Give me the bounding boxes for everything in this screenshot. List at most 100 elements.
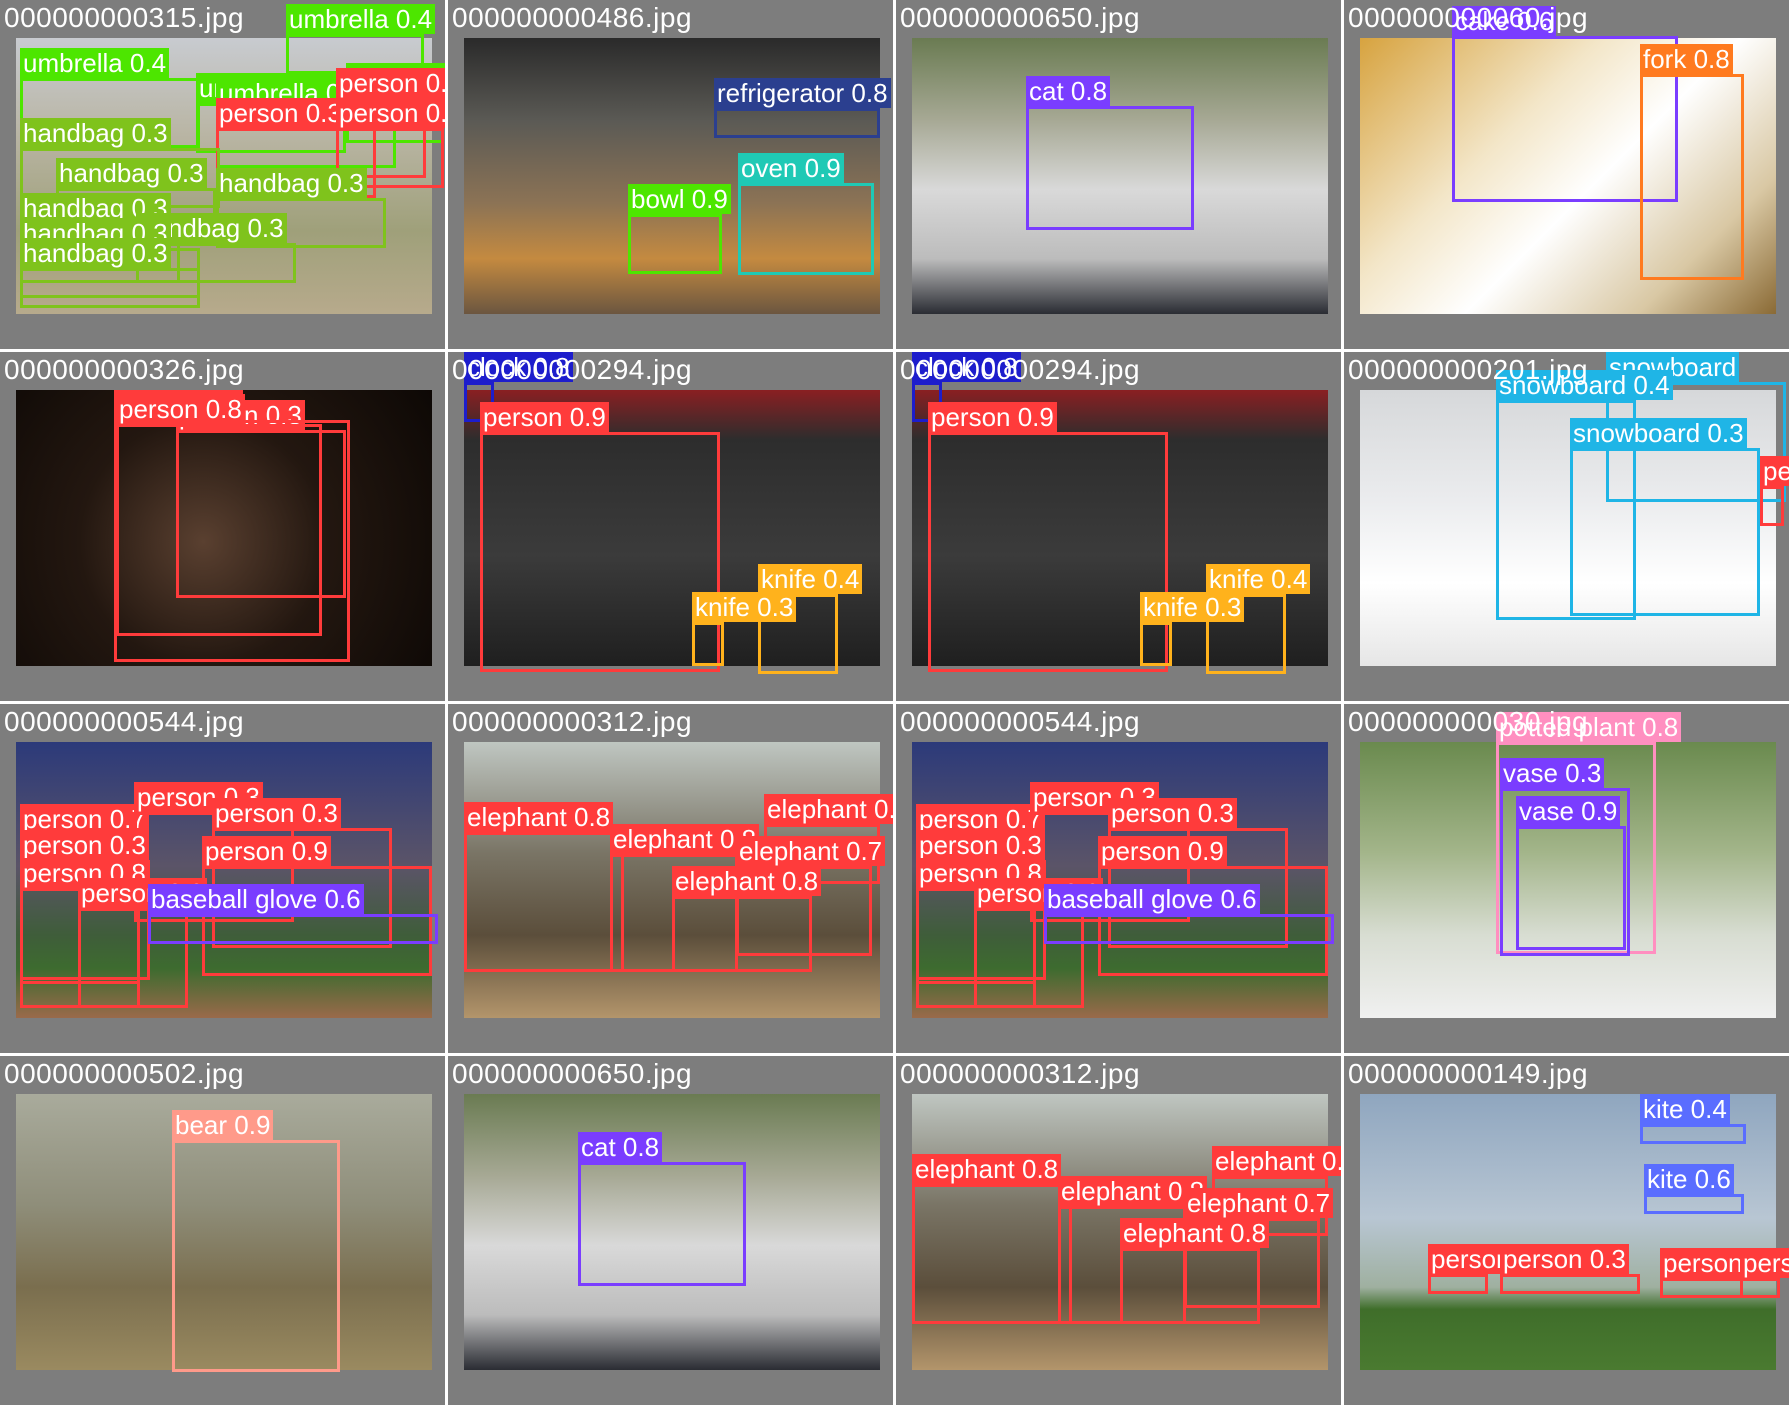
detection-label: umbrella 0.4	[286, 4, 436, 34]
detection-box	[1026, 106, 1194, 230]
file-name: 000000000650.jpg	[452, 1058, 693, 1089]
image-tile: umbrella 0.4umbrella 0.4umbrella 0.3umbr…	[0, 0, 448, 352]
detection-label: elephant 0.8	[912, 1154, 1062, 1184]
detection-label: person 0.9	[202, 836, 331, 866]
image-tile: potted plant 0.8 vase 0.3 vase 0.9 00000000…	[1344, 704, 1792, 1056]
image-tile: elephant 0.8 elephant 0.8 elephant 0.5 elep…	[896, 1056, 1344, 1408]
detection-label: person 0.5	[336, 98, 445, 128]
image-tile: cake 0.6 fork 0.8 000000000060.jpg	[1344, 0, 1792, 352]
image-tile: cat 0.8 000000000650.jpg	[448, 1056, 896, 1408]
detection-box	[578, 1162, 746, 1286]
image-tile: cat 0.8 000000000650.jpg	[896, 0, 1344, 352]
detection-label: person 0.9	[1098, 836, 1227, 866]
file-name: 000000000502.jpg	[4, 1058, 245, 1089]
detection-label: person 0.3	[1108, 798, 1237, 828]
detection-label: fork 0.8	[1640, 44, 1733, 74]
detection-label: person 0.3	[336, 68, 445, 98]
detection-box	[172, 1140, 340, 1372]
file-name: 000000000030.jpg	[1348, 706, 1589, 737]
detection-label: person 0.3	[20, 830, 149, 860]
file-name: 000000000312.jpg	[900, 1058, 1141, 1089]
detection-box	[20, 268, 200, 298]
detection-box	[1140, 622, 1172, 666]
detection-label: handbag 0.3	[20, 118, 171, 148]
detection-label: knife 0.3	[1140, 592, 1245, 622]
detection-label: handbag 0.3	[56, 158, 207, 188]
image-tile: bear 0.9 000000000502.jpg	[0, 1056, 448, 1408]
detection-box	[1044, 914, 1334, 944]
detection-label: elephant 0.8	[464, 802, 614, 832]
detection-label: person 0.3	[212, 798, 341, 828]
detection-box	[1640, 74, 1744, 280]
detection-label: baseball glove 0.6	[148, 884, 364, 914]
detection-label: vase 0.9	[1516, 796, 1621, 826]
detection-label: elephant 0.8	[672, 866, 822, 896]
detection-box	[1500, 1274, 1640, 1294]
file-name: 000000000201.jpg	[1348, 354, 1589, 385]
image-tile: person 0.3person 0.9person 0.80000000003…	[0, 352, 448, 704]
detection-box	[148, 914, 438, 944]
detection-label: knife 0.4	[758, 564, 863, 594]
detection-box	[628, 214, 722, 274]
detection-label: person 0.3	[1500, 1244, 1629, 1274]
detection-label: cat 0.8	[1026, 76, 1111, 106]
file-name: 000000000486.jpg	[452, 2, 693, 33]
detection-label: person 0.8	[116, 394, 245, 424]
image-tile: person 0.7 person 0.3 person 0.3 person 0.3…	[0, 704, 448, 1056]
image-tile: clock 0.8 person 0.9 knife 0.4 knife 0.3 000…	[896, 352, 1344, 704]
image-tile: kite 0.4 kite 0.6 person person 0.3 person 0…	[1344, 1056, 1792, 1408]
detection-label: vase 0.3	[1500, 758, 1605, 788]
detection-grid: umbrella 0.4umbrella 0.4umbrella 0.3umbr…	[0, 0, 1792, 1408]
detection-box	[1120, 1248, 1260, 1324]
detection-label: refrigerator 0.8	[714, 78, 891, 108]
detection-box	[1570, 448, 1760, 616]
detection-box	[1740, 1278, 1780, 1298]
image-tile: refrigerator 0.8 oven 0.9 bowl 0.9 00000000…	[448, 0, 896, 352]
detection-label: person 0.9	[480, 402, 609, 432]
file-name: 000000000326.jpg	[4, 354, 245, 385]
detection-label: handbag 0.3	[20, 238, 171, 268]
detection-label: knife 0.4	[1206, 564, 1311, 594]
file-name: 000000000294.jpg	[452, 354, 693, 385]
detection-box	[1760, 486, 1784, 526]
detection-label: elephant 0.7	[736, 836, 886, 866]
detection-label: oven 0.9	[738, 153, 844, 183]
detection-label: person 0.3	[916, 830, 1045, 860]
detection-label: elephant 0.5	[764, 794, 893, 824]
file-name: 000000000650.jpg	[900, 2, 1141, 33]
detection-label: elephant 0.7	[1184, 1188, 1334, 1218]
detection-label: person	[1740, 1248, 1789, 1278]
detection-label: kite 0.4	[1640, 1094, 1730, 1124]
detection-label: bowl 0.9	[628, 184, 731, 214]
file-name: 000000000544.jpg	[900, 706, 1141, 737]
detection-box	[692, 622, 724, 666]
detection-label: person 0.9	[928, 402, 1057, 432]
detection-label: elephant 0.5	[1212, 1146, 1341, 1176]
detection-box	[738, 183, 874, 275]
detection-label: cat 0.8	[578, 1132, 663, 1162]
file-name: 000000000544.jpg	[4, 706, 245, 737]
detection-box	[928, 432, 1168, 672]
detection-box	[1644, 1194, 1744, 1214]
detection-label: elephant 0.8	[1120, 1218, 1270, 1248]
detection-label: knife 0.3	[692, 592, 797, 622]
detection-box	[480, 432, 720, 672]
detection-label: handbag 0.3	[216, 168, 367, 198]
image-tile: elephant 0.8 elephant 0.8 elephant 0.5 elep…	[448, 704, 896, 1056]
file-name: 000000000312.jpg	[452, 706, 693, 737]
detection-label: pe	[1760, 456, 1789, 486]
detection-box	[714, 108, 880, 138]
detection-box	[1516, 826, 1626, 950]
image-tile: clock 0.8 person 0.9 knife 0.4 knife 0.3 000…	[448, 352, 896, 704]
file-name: 000000000294.jpg	[900, 354, 1141, 385]
detection-label: umbrella 0.4	[20, 48, 170, 78]
detection-box	[672, 896, 812, 972]
file-name: 000000000149.jpg	[1348, 1058, 1589, 1089]
detection-label: person 0.3	[216, 98, 345, 128]
detection-box	[464, 832, 624, 972]
detection-box	[1640, 1124, 1746, 1144]
file-name: 000000000315.jpg	[4, 2, 245, 33]
detection-box	[116, 424, 322, 636]
detection-label: baseball glove 0.6	[1044, 884, 1260, 914]
detection-label: snowboard 0.3	[1570, 418, 1747, 448]
